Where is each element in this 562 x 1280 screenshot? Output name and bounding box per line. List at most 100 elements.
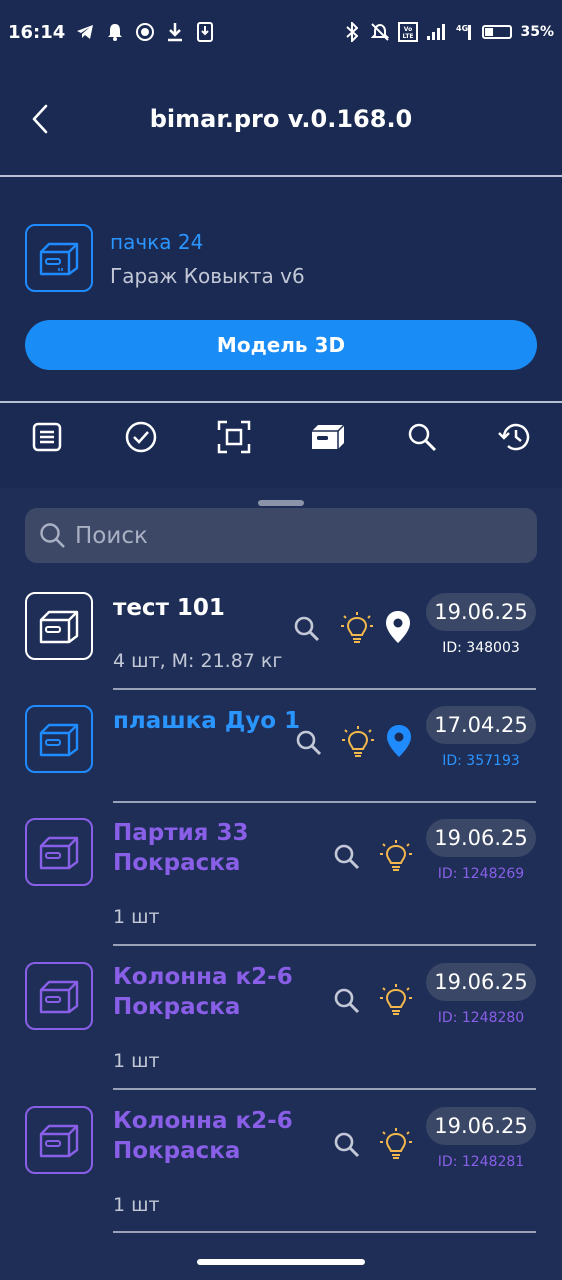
item-date: 17.04.25: [426, 706, 536, 744]
item-id: ID: 348003: [442, 640, 520, 656]
box-icon: [39, 610, 79, 644]
search-icon: [296, 730, 322, 756]
box-icon: [39, 723, 79, 757]
search-icon: [294, 616, 320, 642]
download-icon: [165, 22, 185, 42]
list-item[interactable]: тест 101 4 шт, М: 21.87 кг 19.06.25 ID: …: [0, 590, 562, 690]
item-bulb-button[interactable]: [379, 840, 413, 874]
box-icon: [39, 836, 79, 870]
battery-percent: 35%: [520, 24, 554, 40]
box-icon: [311, 424, 345, 449]
box-name[interactable]: пачка 24: [110, 230, 203, 254]
4g-icon: 4G: [454, 22, 474, 42]
item-search-button[interactable]: [330, 984, 364, 1018]
box-icon: [39, 1124, 79, 1158]
volte-icon: Vo LTE: [398, 22, 419, 42]
item-date: 19.06.25: [426, 593, 536, 631]
item-title-line1: Партия 33: [113, 820, 249, 846]
sheet-handle[interactable]: [258, 500, 304, 506]
bulb-icon: [380, 840, 412, 871]
item-title: тест 101: [113, 595, 225, 621]
item-bulb-button[interactable]: [340, 612, 374, 646]
search-input[interactable]: Поиск: [25, 508, 537, 563]
bulb-icon: [342, 726, 374, 757]
mute-icon: [370, 22, 390, 42]
status-right: Vo LTE 4G 35%: [342, 22, 554, 42]
tab-box[interactable]: [281, 404, 375, 470]
tab-list[interactable]: [0, 404, 94, 470]
app-header: bimar.pro v.0.168.0: [0, 64, 562, 174]
list-item[interactable]: плашка Дуо 1 17.04.25 ID: 357193: [0, 704, 562, 802]
svg-text:LTE: LTE: [403, 33, 414, 40]
item-search-button[interactable]: [292, 726, 326, 760]
item-id: ID: 1248281: [437, 1154, 525, 1170]
item-bulb-button[interactable]: [379, 1128, 413, 1162]
item-box-icon-card: [25, 705, 93, 773]
row-divider: [113, 1088, 536, 1090]
item-search-button[interactable]: [290, 612, 324, 646]
back-button[interactable]: [26, 102, 56, 136]
search-icon: [334, 1132, 360, 1158]
tab-check[interactable]: [94, 404, 188, 470]
item-search-button[interactable]: [330, 1128, 364, 1162]
bulb-icon: [380, 984, 412, 1015]
tab-scan[interactable]: [187, 404, 281, 470]
tab-search[interactable]: [375, 404, 469, 470]
signal-icon: [426, 22, 446, 42]
svg-text:4G: 4G: [456, 24, 468, 33]
bluetooth-icon: [342, 22, 362, 42]
battery-icon: [482, 25, 513, 39]
list-item[interactable]: Колонна к2-6 Покраска 1 шт 19.06.25 ID: …: [0, 1106, 562, 1232]
item-title-line2: Покраска: [113, 850, 241, 876]
item-subtitle: 1 шт: [113, 906, 160, 928]
search-placeholder: Поиск: [75, 522, 148, 549]
item-box-icon-card: [25, 818, 93, 886]
tab-bar: [0, 404, 562, 470]
search-icon: [40, 522, 65, 548]
item-title-line2: Покраска: [113, 1138, 241, 1164]
item-subtitle: 4 шт, М: 21.87 кг: [113, 650, 283, 672]
item-pin-button[interactable]: [382, 724, 416, 758]
item-bulb-button[interactable]: [379, 984, 413, 1018]
location-pin-icon: [387, 725, 411, 757]
svg-text:Vo: Vo: [404, 26, 412, 33]
battery-fill: [485, 28, 494, 36]
status-bar: 16:14 Vo LTE 4G 35%: [0, 0, 562, 64]
location-pin-icon: [386, 611, 410, 643]
item-id: ID: 1248280: [437, 1010, 525, 1026]
chevron-left-icon: [32, 104, 48, 134]
model-3d-button[interactable]: Модель 3D: [25, 320, 537, 370]
bulb-icon: [380, 1128, 412, 1159]
row-divider: [113, 688, 536, 690]
record-icon: [135, 22, 155, 42]
item-subtitle: 1 шт: [113, 1050, 160, 1072]
bell-icon: [105, 22, 125, 42]
box-icon: [39, 242, 79, 276]
item-title-line1: Колонна к2-6: [113, 1108, 293, 1134]
item-date: 19.06.25: [426, 819, 536, 857]
item-id: ID: 357193: [442, 753, 520, 769]
box-icon-card: [25, 224, 93, 292]
item-search-button[interactable]: [330, 840, 364, 874]
list-item[interactable]: Партия 33 Покраска 1 шт 19.06.25 ID: 124…: [0, 818, 562, 944]
telegram-icon: [75, 22, 95, 42]
item-bulb-button[interactable]: [341, 726, 375, 760]
check-circle-icon: [125, 421, 156, 453]
item-box-icon-card: [25, 1106, 93, 1174]
status-left: 16:14: [8, 22, 215, 43]
list-icon: [32, 422, 62, 452]
item-title-line1: Колонна к2-6: [113, 964, 293, 990]
item-box-icon-card: [25, 962, 93, 1030]
tab-history[interactable]: [468, 404, 562, 470]
item-date: 19.06.25: [426, 963, 536, 1001]
item-id: ID: 1248269: [437, 866, 525, 882]
item-date: 19.06.25: [426, 1107, 536, 1145]
scan-icon: [217, 420, 251, 454]
list-item[interactable]: Колонна к2-6 Покраска 1 шт 19.06.25 ID: …: [0, 962, 562, 1088]
status-time: 16:14: [8, 21, 66, 43]
home-indicator[interactable]: [197, 1259, 365, 1265]
item-title: плашка Дуо 1: [113, 708, 301, 734]
item-pin-button[interactable]: [381, 610, 415, 644]
box-icon: [39, 980, 79, 1014]
search-icon: [334, 988, 360, 1014]
